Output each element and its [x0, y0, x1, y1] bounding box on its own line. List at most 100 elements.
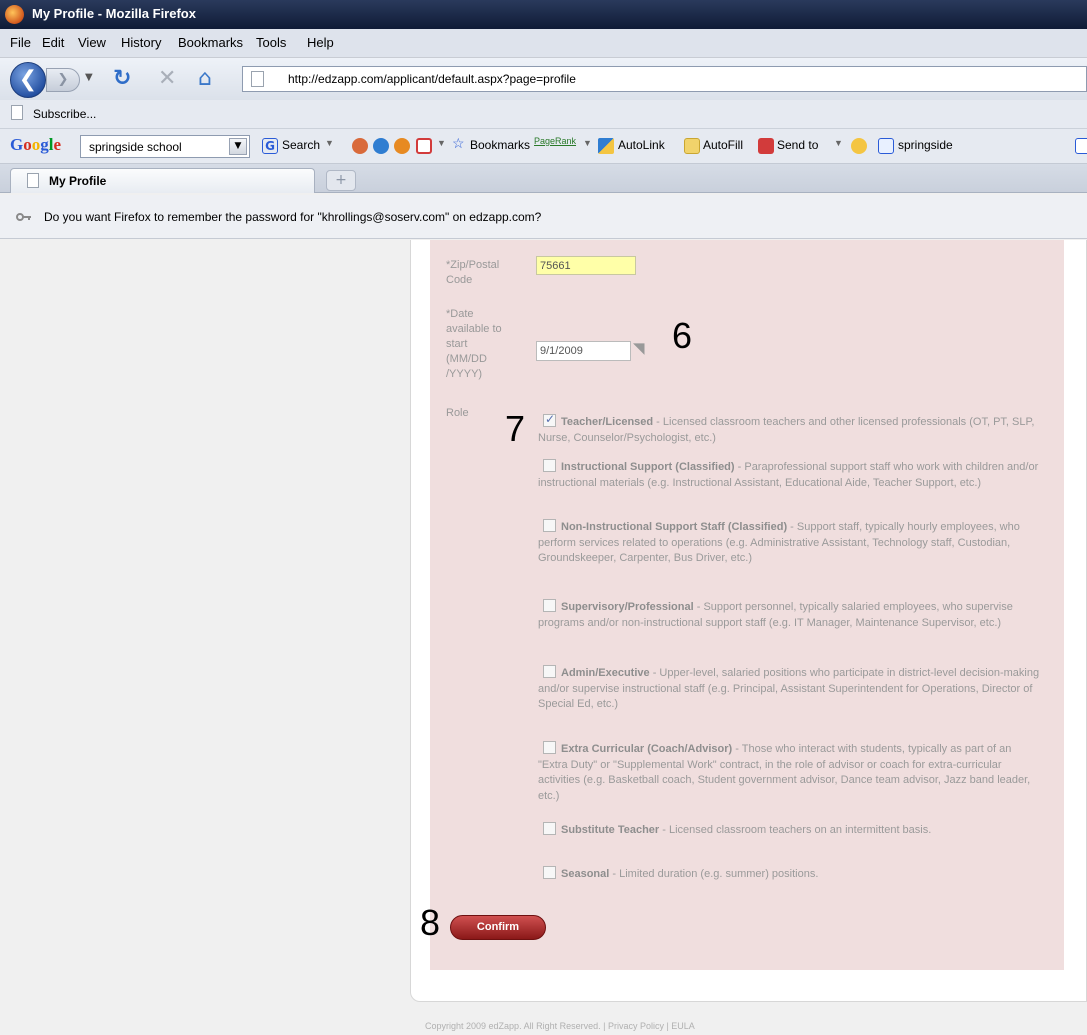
address-bar[interactable]: http://edzapp.com/applicant/default.aspx…: [242, 66, 1087, 92]
role-description: - Licensed classroom teachers on an inte…: [659, 824, 932, 836]
role-checkbox[interactable]: [543, 412, 556, 427]
google-search-input[interactable]: [87, 137, 227, 156]
autofill-button[interactable]: AutoFill: [703, 138, 743, 152]
autolink-icon: [598, 138, 614, 154]
role-checkbox[interactable]: [543, 599, 556, 612]
tab-my-profile[interactable]: My Profile: [10, 168, 315, 193]
menu-view[interactable]: View: [78, 35, 106, 50]
mail-icon[interactable]: [416, 138, 432, 154]
date-input[interactable]: [536, 341, 631, 361]
menu-edit[interactable]: Edit: [42, 35, 64, 50]
password-notification-bar: Do you want Firefox to remember the pass…: [0, 195, 1087, 239]
role-name: Extra Curricular (Coach/Advisor): [561, 743, 733, 755]
google-logo[interactable]: Google: [10, 135, 61, 155]
window-title: My Profile - Mozilla Firefox: [32, 6, 196, 21]
page-content: *Zip/Postal Code *Date available to star…: [0, 240, 1087, 1035]
page-icon: [27, 173, 39, 188]
role-checkbox[interactable]: [543, 519, 556, 532]
role-option-instructional-support: Instructional Support (Classified) - Par…: [538, 459, 1040, 491]
google-bookmarks-button[interactable]: Bookmarks: [470, 138, 530, 152]
globe-icon[interactable]: [373, 138, 389, 154]
role-option-substitute-teacher: Substitute Teacher - Licensed classroom …: [538, 822, 1040, 839]
confirm-button[interactable]: Confirm: [450, 915, 546, 940]
callout-8: 8: [420, 902, 441, 943]
calendar-icon[interactable]: ◥: [633, 339, 653, 359]
page-icon: [11, 105, 23, 120]
firefox-icon: [5, 5, 24, 24]
forward-button[interactable]: ❯: [46, 68, 80, 92]
menu-help[interactable]: Help: [307, 35, 334, 50]
autolink-button[interactable]: AutoLink: [618, 138, 665, 152]
role-option-admin-executive: Admin/Executive - Upper-level, salaried …: [538, 665, 1040, 713]
chevron-down-icon[interactable]: ▼: [325, 138, 334, 148]
menu-tools[interactable]: Tools: [256, 35, 286, 50]
menu-bar: File Edit View History Bookmarks Tools H…: [0, 29, 1087, 58]
history-dropdown-icon[interactable]: ▼: [85, 72, 93, 83]
picasa-icon[interactable]: [394, 138, 410, 154]
date-label: *Date available to start (MM/DD /YYYY): [446, 308, 502, 380]
search-term-icon: [878, 138, 894, 154]
callout-6: 6: [672, 315, 693, 356]
role-name: Teacher/Licensed: [561, 416, 654, 428]
highlighter-icon[interactable]: [851, 138, 867, 154]
stop-icon[interactable]: ✕: [158, 66, 176, 91]
role-checkbox[interactable]: [543, 741, 556, 754]
role-name: Non-Instructional Support Staff (Classif…: [561, 521, 788, 533]
tab-strip: My Profile +: [0, 164, 1087, 193]
zip-label: *Zip/Postal Code: [446, 259, 500, 286]
callout-7: 7: [505, 408, 526, 449]
pagerank-meter[interactable]: PageRank: [534, 136, 576, 146]
role-name: Admin/Executive: [561, 667, 650, 679]
address-url[interactable]: http://edzapp.com/applicant/default.aspx…: [288, 72, 576, 86]
role-description: - Limited duration (e.g. summer) positio…: [609, 868, 819, 880]
back-button[interactable]: ❮: [10, 62, 46, 98]
page-footer: Copyright 2009 edZapp. All Right Reserve…: [425, 1021, 695, 1031]
star-icon[interactable]: ☆: [452, 135, 465, 152]
google-search-box[interactable]: ▼: [80, 135, 250, 158]
autofill-icon: [684, 138, 700, 154]
menu-history[interactable]: History: [121, 35, 161, 50]
window-titlebar: My Profile - Mozilla Firefox: [0, 0, 1087, 29]
chevron-down-icon[interactable]: ▼: [834, 138, 843, 148]
bookmark-subscribe[interactable]: Subscribe...: [33, 107, 96, 121]
role-option-teacher-licensed: Teacher/Licensed - Licensed classroom te…: [538, 412, 1040, 446]
google-toolbar: Google ▼ G Search ▼ ▼ ☆ Bookmarks PageRa…: [0, 129, 1087, 164]
back-arrow-icon: ❮: [18, 67, 38, 92]
role-checkbox[interactable]: [543, 665, 556, 678]
chevron-down-icon[interactable]: ▼: [437, 138, 446, 148]
menu-bookmarks[interactable]: Bookmarks: [178, 35, 243, 50]
tab-label: My Profile: [49, 174, 107, 188]
send-to-button[interactable]: Send to: [777, 138, 818, 152]
role-label: Role: [446, 407, 469, 419]
search-term-icon[interactable]: [1075, 138, 1087, 154]
news-icon[interactable]: [352, 138, 368, 154]
home-icon[interactable]: ⌂: [198, 66, 212, 91]
google-search-icon: G: [262, 138, 278, 154]
notification-message: Do you want Firefox to remember the pass…: [44, 210, 542, 224]
chevron-down-icon[interactable]: ▼: [229, 138, 247, 155]
role-name: Instructional Support (Classified): [561, 461, 735, 473]
role-checkbox[interactable]: [543, 459, 556, 472]
role-name: Seasonal: [561, 868, 610, 880]
zip-input[interactable]: [536, 256, 636, 275]
springside-search-button[interactable]: springside: [898, 138, 953, 152]
role-name: Supervisory/Professional: [561, 601, 694, 613]
role-checkbox[interactable]: [543, 822, 556, 835]
bookmarks-toolbar: Subscribe...: [0, 100, 1087, 129]
new-tab-button[interactable]: +: [326, 170, 356, 191]
role-option-supervisory-professional: Supervisory/Professional - Support perso…: [538, 599, 1040, 631]
role-name: Substitute Teacher: [561, 824, 660, 836]
forward-arrow-icon: ❯: [57, 72, 69, 87]
reload-icon[interactable]: ↻: [113, 66, 131, 91]
page-icon: [251, 71, 264, 87]
role-option-extra-curricular: Extra Curricular (Coach/Advisor) - Those…: [538, 741, 1040, 804]
google-search-button[interactable]: Search: [282, 138, 320, 152]
role-option-non-instructional-support: Non-Instructional Support Staff (Classif…: [538, 519, 1040, 567]
navigation-toolbar: ❮ ❯ ▼ ↻ ✕ ⌂ http://edzapp.com/applicant/…: [0, 58, 1087, 100]
key-icon: [16, 213, 31, 221]
chevron-down-icon[interactable]: ▼: [583, 138, 592, 148]
send-to-icon: [758, 138, 774, 154]
role-option-seasonal: Seasonal - Limited duration (e.g. summer…: [538, 866, 1040, 883]
role-checkbox[interactable]: [543, 866, 556, 879]
menu-file[interactable]: File: [10, 35, 31, 50]
